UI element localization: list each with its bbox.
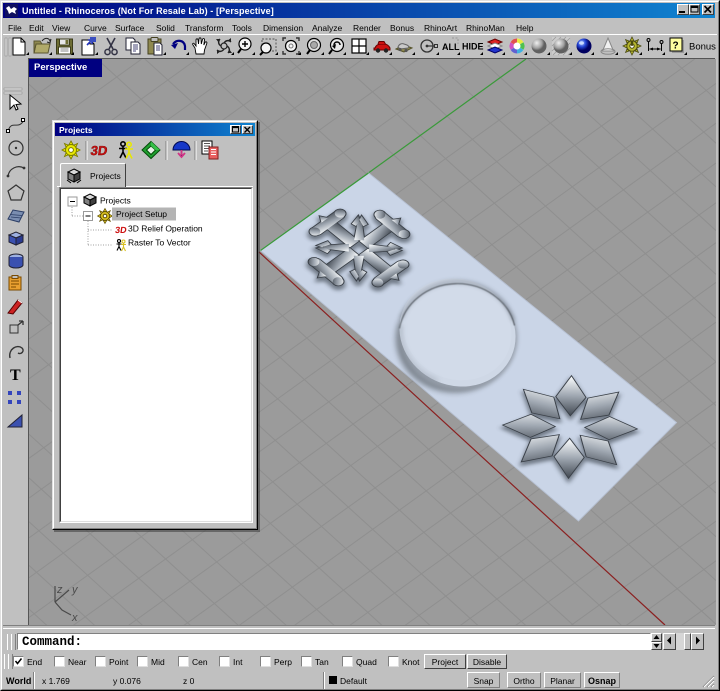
svg-text:3D: 3D: [90, 143, 109, 158]
svg-text:3D Relief Operation: 3D Relief Operation: [128, 224, 203, 234]
svg-text:Project Setup: Project Setup: [116, 209, 167, 219]
svg-text:ALL: ALL: [442, 42, 460, 52]
svg-text:HIDE: HIDE: [462, 42, 484, 52]
svg-text:?: ?: [673, 41, 679, 52]
svg-text:Bonus: Bonus: [689, 42, 716, 53]
svg-text:x: x: [71, 612, 78, 624]
svg-text:T: T: [10, 367, 21, 384]
svg-text:z: z: [56, 584, 63, 596]
svg-text:3D: 3D: [114, 225, 127, 235]
svg-text:Projects: Projects: [100, 196, 131, 206]
svg-text:Raster To Vector: Raster To Vector: [128, 238, 191, 248]
